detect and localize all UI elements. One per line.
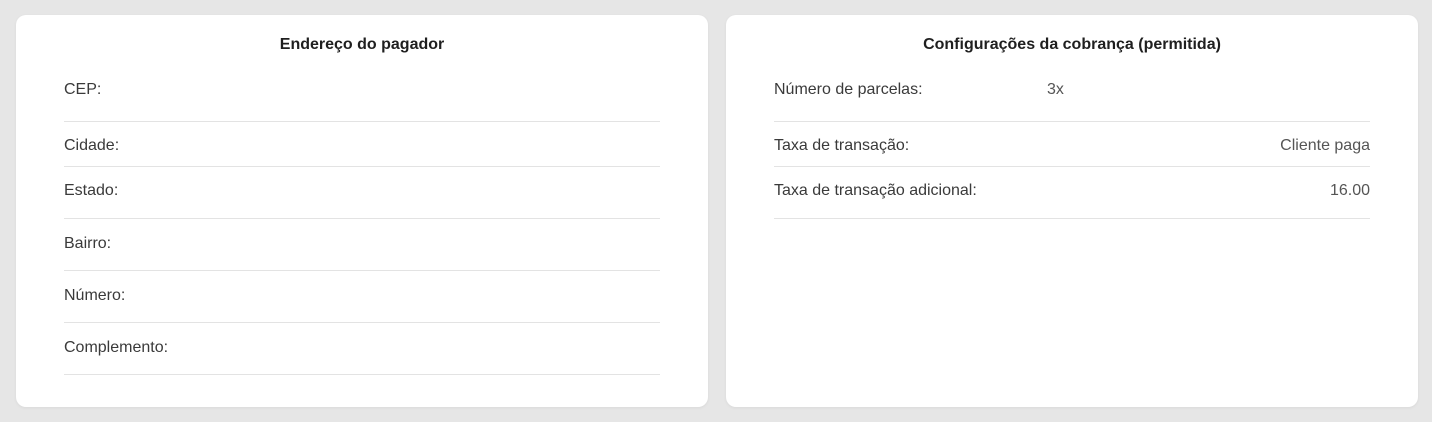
additional-fee-row: Taxa de transação adicional: 16.00 [774, 167, 1370, 219]
charge-settings-card: Configurações da cobrança (permitida) Nú… [726, 15, 1418, 407]
city-row: Cidade: [64, 122, 660, 167]
additional-fee-label: Taxa de transação adicional: [774, 182, 977, 199]
transaction-fee-value: Cliente paga [1280, 137, 1370, 154]
installments-label: Número de parcelas: [774, 81, 923, 98]
additional-fee-value: 16.00 [1329, 182, 1370, 199]
city-label: Cidade: [64, 137, 120, 154]
number-row: Número: [64, 271, 660, 323]
cep-row: CEP: [64, 80, 660, 122]
installments-row: Número de parcelas: 3x [774, 80, 1370, 122]
payer-address-title: Endereço do pagador [279, 36, 445, 53]
neighborhood-label: Bairro: [64, 235, 112, 252]
page: Endereço do pagador CEP: Cidade: Estado:… [0, 0, 1432, 422]
number-label: Número: [64, 287, 126, 304]
payer-address-card: Endereço do pagador CEP: Cidade: Estado:… [16, 15, 708, 407]
transaction-fee-label: Taxa de transação: [774, 137, 910, 154]
state-row: Estado: [64, 167, 660, 219]
state-label: Estado: [64, 182, 119, 199]
installments-value: 3x [1047, 81, 1064, 98]
neighborhood-row: Bairro: [64, 219, 660, 271]
complement-row: Complemento: [64, 323, 660, 375]
transaction-fee-row: Taxa de transação: Cliente paga [774, 122, 1370, 167]
charge-settings-title: Configurações da cobrança (permitida) [923, 36, 1221, 53]
cep-label: CEP: [64, 81, 102, 98]
complement-label: Complemento: [64, 339, 169, 356]
